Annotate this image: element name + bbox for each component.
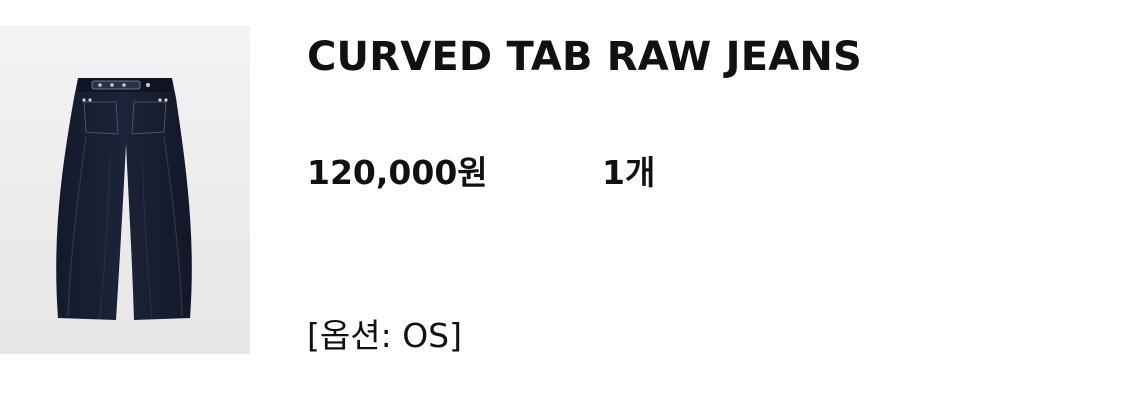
product-option: [옵션: OS]	[307, 316, 462, 355]
product-thumbnail[interactable]	[0, 26, 250, 354]
product-price: 120,000원	[307, 153, 488, 192]
jeans-icon	[0, 26, 250, 354]
product-name[interactable]: CURVED TAB RAW JEANS	[307, 34, 862, 80]
product-quantity: 1개	[602, 153, 656, 192]
